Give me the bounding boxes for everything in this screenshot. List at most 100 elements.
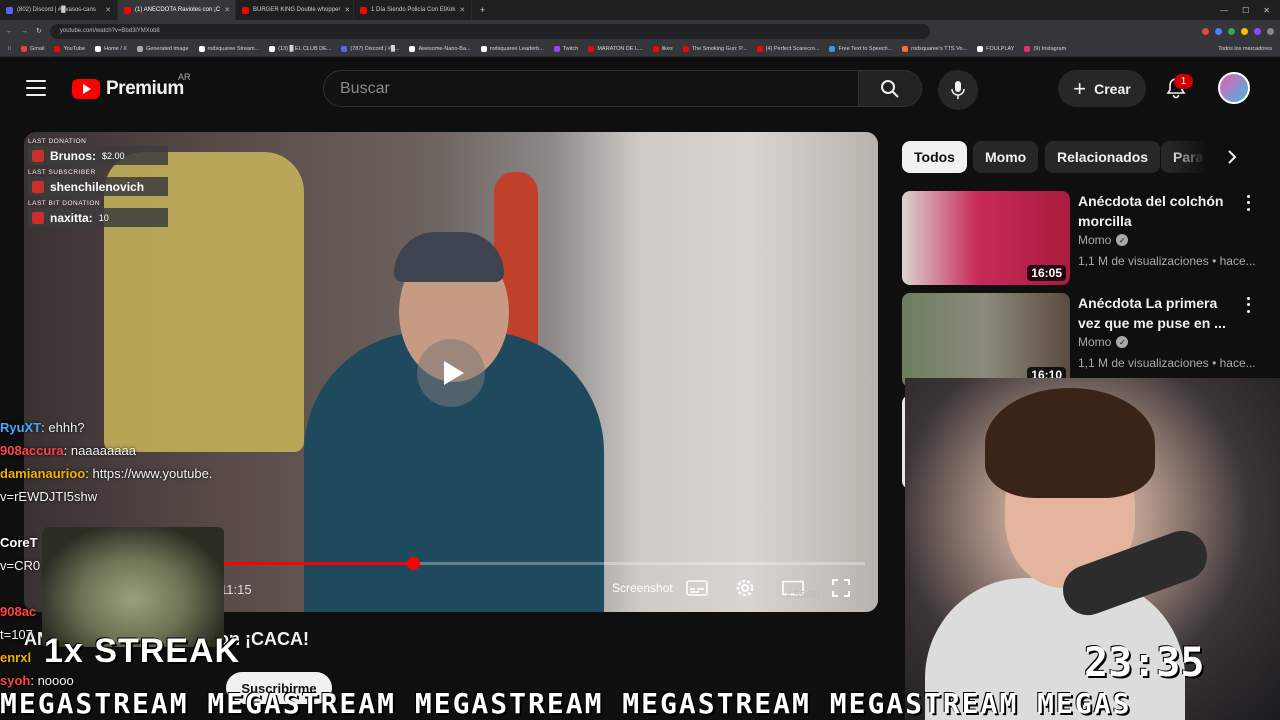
recommended-video[interactable]: 16:05 Anécdota del colchón morcilla Momo ✓ 1… — [902, 191, 1272, 285]
browser-tab[interactable]: (802) Discord | #█vasos-cans ✕ — [0, 0, 118, 20]
channel-name[interactable]: Momo ✓ — [1078, 335, 1129, 349]
voice-search-button[interactable] — [938, 70, 978, 110]
bookmark-item[interactable]: MARATON DE L... — [588, 46, 643, 52]
bookmark-item[interactable]: (787) Discord | #█... — [341, 46, 399, 52]
bookmark-label: rodsquaree Stream... — [207, 46, 260, 52]
bookmark-favicon-icon — [269, 46, 276, 52]
extension-icon[interactable] — [1241, 27, 1248, 35]
bookmark-item[interactable]: Free Text to Speech... — [829, 46, 892, 52]
browser-tab[interactable]: BURGER KING Double whopper ✕ — [236, 0, 354, 20]
channel-name[interactable]: Momo ✓ — [1078, 233, 1129, 247]
bookmark-item[interactable]: (9) Instagram — [1024, 46, 1066, 52]
extension-icon[interactable] — [1202, 27, 1209, 35]
tab-title: BURGER KING Double whopper — [253, 7, 341, 13]
extension-icon[interactable] — [1215, 27, 1222, 35]
create-button[interactable]: + Crear — [1058, 70, 1146, 107]
chat-username: damianaurioo — [0, 466, 86, 481]
ticker-text: MEGASTREAM MEGASTREAM MEGASTREAM MEGASTR… — [0, 688, 1132, 720]
logo-text: Premium — [106, 78, 184, 99]
close-tab-icon[interactable]: ✕ — [224, 6, 230, 14]
url-field[interactable]: youtube.com/watch?v=Bbd3iYMXob8 — [49, 23, 930, 39]
filter-chip[interactable]: Todos — [902, 141, 967, 173]
filter-chip[interactable]: Relacionados — [1045, 141, 1161, 173]
hamburger-menu-icon[interactable] — [26, 80, 46, 96]
video-thumbnail[interactable]: 16:05 — [902, 191, 1070, 285]
bookmark-item[interactable]: The Smoking Gun: P... — [682, 46, 747, 52]
chat-text: t=107 — [0, 627, 33, 642]
bookmark-item[interactable]: Awesome-Nano-Ba... — [409, 46, 471, 52]
bookmark-item[interactable]: rodsquaree Stream... — [198, 46, 260, 52]
tab-favicon-icon — [124, 6, 131, 14]
stream-label-box: shenchilenovich — [28, 177, 168, 196]
progress-bar[interactable] — [219, 557, 865, 570]
bookmark-item[interactable]: YouTube — [54, 46, 85, 52]
chat-username: syoh — [0, 673, 31, 688]
channel-label: Momo — [1078, 233, 1112, 247]
bookmark-item[interactable]: (13) █ EL CLUB DE... — [269, 46, 331, 52]
more-options-icon[interactable] — [1242, 193, 1254, 213]
bookmark-item[interactable]: likes — [652, 46, 673, 52]
youtube-premium-logo[interactable]: Premium — [72, 78, 184, 100]
play-icon[interactable] — [417, 339, 485, 407]
youtube-play-logo-icon — [72, 79, 100, 99]
bookmark-label: rodsquaree's TTS Vo... — [911, 46, 968, 52]
minimize-icon[interactable]: — — [1220, 6, 1228, 15]
bookmark-item[interactable]: Twitch — [553, 46, 578, 52]
extension-icon[interactable] — [1254, 27, 1261, 35]
verified-check-icon: ✓ — [1116, 336, 1129, 348]
bookmark-label: (9) Instagram — [1033, 46, 1067, 52]
stream-label-icon — [32, 211, 44, 224]
bookmark-item[interactable]: Home / X — [95, 46, 127, 52]
search-button[interactable] — [858, 70, 922, 107]
video-title[interactable]: Anécdota La primera vez que me puse en .… — [1078, 293, 1228, 333]
chat-username: 908ac — [0, 604, 37, 619]
tab-favicon-icon — [6, 6, 13, 14]
chips-next-button[interactable] — [1220, 145, 1244, 169]
bookmark-item[interactable]: FOULPLAY — [977, 46, 1014, 52]
chat-message: RyuXT: ehhh? — [0, 416, 240, 439]
extension-icon[interactable] — [1228, 27, 1235, 35]
bookmark-item[interactable]: (4) Perfect Scarecro... — [756, 46, 819, 52]
stream-label-value: 10 — [98, 212, 109, 223]
bookmarks-bar: ⁞⁞ Gmail YouTube Home / X Generated image ro… — [0, 42, 1280, 57]
apps-icon[interactable]: ⁞⁞ — [8, 46, 11, 52]
browser-tab[interactable]: 1 Día Siendo Policía Con ElXok ✕ — [354, 0, 472, 20]
bookmark-item[interactable]: rodsquaree's TTS Vo... — [902, 46, 967, 52]
close-tab-icon[interactable]: ✕ — [459, 6, 465, 14]
bookmark-favicon-icon — [341, 46, 348, 52]
forward-icon[interactable]: → — [21, 28, 28, 35]
bookmark-favicon-icon — [682, 46, 689, 52]
video-thumbnail[interactable]: 16:10 — [902, 293, 1070, 387]
fullscreen-icon[interactable] — [830, 578, 852, 598]
microphone-icon — [951, 81, 965, 99]
reload-icon[interactable]: ↻ — [36, 27, 42, 35]
new-tab-button[interactable]: + — [472, 5, 493, 15]
filter-chip[interactable]: Momo — [973, 141, 1039, 173]
bookmark-item[interactable]: rodsquaree Leaderb... — [480, 46, 544, 52]
maximize-icon[interactable]: ☐ — [1242, 6, 1249, 15]
subtitles-icon[interactable] — [686, 578, 708, 598]
bookmark-favicon-icon — [95, 46, 102, 52]
screenshot-button[interactable]: Screenshot — [612, 581, 673, 595]
video-title[interactable]: Anécdota del colchón morcilla — [1078, 191, 1228, 231]
close-window-icon[interactable]: ✕ — [1263, 6, 1270, 15]
avatar[interactable] — [1218, 72, 1250, 104]
settings-gear-icon[interactable] — [734, 578, 756, 598]
progress-scrubber[interactable] — [406, 557, 420, 570]
tab-favicon-icon — [360, 6, 367, 14]
bookmark-item[interactable]: Gmail — [21, 46, 44, 52]
browser-tab[interactable]: (1) ANECDOTA Ravioles con ¡C ✕ — [118, 0, 236, 20]
more-options-icon[interactable] — [1242, 295, 1254, 315]
video-meta: 1,1 M de visualizaciones • hace... — [1078, 356, 1256, 370]
profile-icon[interactable] — [1267, 27, 1274, 35]
close-tab-icon[interactable]: ✕ — [344, 6, 350, 14]
search-input[interactable] — [340, 79, 858, 98]
stream-label-box: naxitta: 10 — [28, 208, 168, 227]
all-bookmarks-folder[interactable]: Todos los marcadores — [1218, 46, 1272, 52]
chat-text: v=rEWDJTI5shw — [0, 489, 98, 504]
bookmark-item[interactable]: Generated image — [137, 46, 189, 52]
recommended-video[interactable]: 16:10 Anécdota La primera vez que me puse… — [902, 293, 1272, 387]
close-tab-icon[interactable]: ✕ — [105, 6, 111, 14]
bookmark-label: Gmail — [30, 46, 45, 52]
back-icon[interactable]: ← — [6, 28, 13, 35]
